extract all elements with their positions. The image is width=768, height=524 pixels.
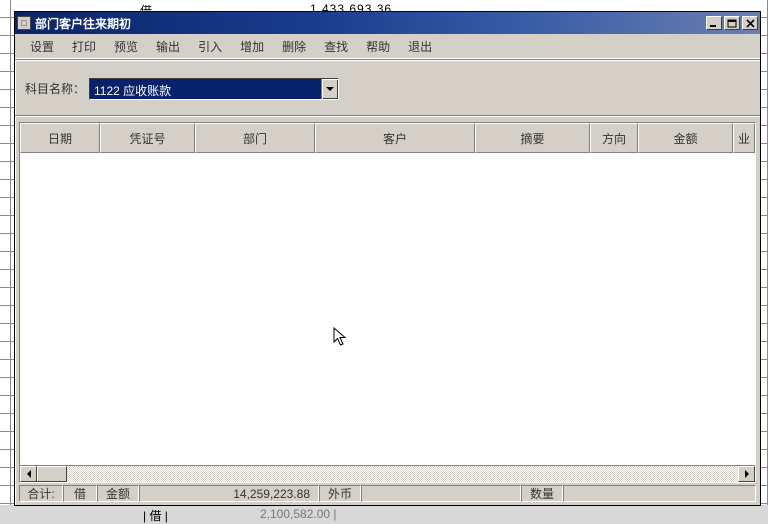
minimize-icon: [709, 19, 719, 27]
scroll-right-button[interactable]: [738, 466, 755, 482]
col-customer[interactable]: 客户: [315, 123, 475, 153]
account-combo[interactable]: 1122 应收账款: [89, 78, 339, 100]
status-bar: 合计: 借 金额 14,259,223.88 外币 数量: [15, 483, 760, 505]
status-qty-label: 数量: [521, 485, 563, 502]
menu-find[interactable]: 查找: [315, 35, 357, 58]
col-extra[interactable]: 业: [733, 123, 755, 153]
menu-export[interactable]: 输出: [147, 35, 189, 58]
table: 日期 凭证号 部门 客户 摘要 方向 金额 业: [19, 122, 756, 483]
menu-preview[interactable]: 预览: [105, 35, 147, 58]
maximize-icon: [727, 19, 737, 28]
window-title: 部门客户往来期初: [35, 14, 704, 32]
status-fc-label: 外币: [319, 485, 361, 502]
bg-bottom-left: | 借 |: [143, 507, 168, 524]
titlebar[interactable]: □ 部门客户往来期初: [15, 12, 760, 34]
scroll-thumb[interactable]: [37, 466, 67, 482]
menu-delete[interactable]: 删除: [273, 35, 315, 58]
minimize-button[interactable]: [706, 16, 722, 30]
menu-help[interactable]: 帮助: [357, 35, 399, 58]
close-icon: [746, 19, 755, 28]
menubar: 设置 打印 预览 输出 引入 增加 删除 查找 帮助 退出: [15, 34, 760, 60]
account-label: 科目名称：: [25, 80, 85, 97]
menu-exit[interactable]: 退出: [399, 35, 441, 58]
col-amount[interactable]: 金额: [638, 123, 733, 153]
menu-add[interactable]: 增加: [231, 35, 273, 58]
chevron-down-icon[interactable]: [321, 79, 338, 99]
bg-bottom-right: 2,100,582.00 |: [260, 507, 337, 521]
col-dir[interactable]: 方向: [590, 123, 638, 153]
dialog-window: □ 部门客户往来期初 设置 打印 预览 输出 引入 增加 删除 查找 帮助 退出…: [14, 11, 761, 506]
table-header: 日期 凭证号 部门 客户 摘要 方向 金额 业: [20, 123, 755, 153]
status-amount-value: 14,259,223.88: [139, 485, 319, 502]
maximize-button[interactable]: [724, 16, 740, 30]
status-fc-value: [361, 485, 521, 502]
col-date[interactable]: 日期: [20, 123, 100, 153]
table-body[interactable]: [20, 153, 755, 465]
scroll-track[interactable]: [37, 466, 738, 482]
col-summary[interactable]: 摘要: [475, 123, 590, 153]
col-voucher[interactable]: 凭证号: [100, 123, 195, 153]
account-selected: 1122 应收账款: [90, 79, 321, 99]
window-icon: □: [17, 16, 31, 30]
col-dept[interactable]: 部门: [195, 123, 315, 153]
status-qty-value: [563, 485, 756, 502]
close-button[interactable]: [742, 16, 758, 30]
status-side: 借: [63, 485, 97, 502]
filter-row: 科目名称： 1122 应收账款: [15, 60, 760, 116]
status-amount-label: 金额: [97, 485, 139, 502]
menu-print[interactable]: 打印: [63, 35, 105, 58]
menu-import[interactable]: 引入: [189, 35, 231, 58]
menu-settings[interactable]: 设置: [21, 35, 63, 58]
status-sum-label: 合计:: [19, 485, 63, 502]
h-scrollbar[interactable]: [20, 465, 755, 482]
scroll-left-button[interactable]: [20, 466, 37, 482]
